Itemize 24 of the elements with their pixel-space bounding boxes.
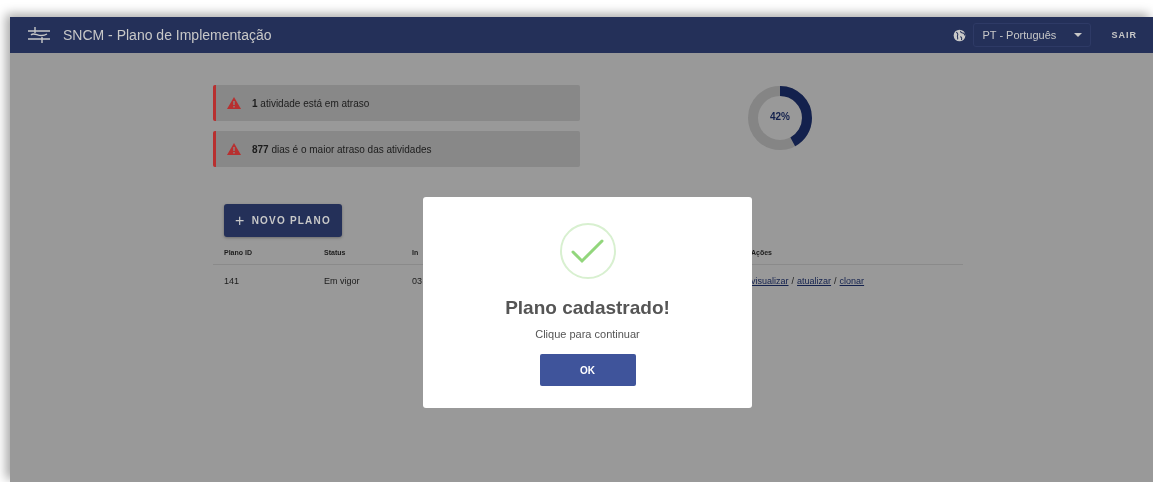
action-link[interactable]: atualizar bbox=[797, 276, 832, 286]
logout-button[interactable]: SAIR bbox=[1111, 30, 1137, 40]
checkmark-icon bbox=[559, 223, 616, 279]
link-separator: / bbox=[791, 276, 795, 286]
table-cell-text: 141 bbox=[224, 276, 241, 286]
globe-icon bbox=[953, 28, 967, 42]
language-select[interactable]: PT - Português bbox=[973, 23, 1092, 47]
warning-icon bbox=[227, 97, 241, 109]
dialog-title: Plano cadastrado! bbox=[505, 297, 670, 319]
action-link[interactable]: visualizar bbox=[751, 276, 789, 286]
logo-icon bbox=[27, 26, 51, 44]
alert-text: 877 dias é o maior atraso das atividades bbox=[252, 143, 432, 155]
dialog-message: Clique para continuar bbox=[535, 328, 640, 340]
action-link[interactable]: clonar bbox=[839, 276, 865, 286]
alert-text: 1 atividade está em atraso bbox=[252, 97, 370, 109]
new-plan-button[interactable]: + NOVO PLANO bbox=[224, 204, 342, 237]
caret-icon bbox=[1074, 33, 1083, 37]
app-title: SNCM - Plano de Implementação bbox=[63, 27, 272, 43]
ok-button[interactable]: OK bbox=[539, 354, 636, 386]
link-separator: / bbox=[834, 276, 837, 286]
progress-label: 42% bbox=[769, 111, 791, 122]
table-cell-text: 03 bbox=[412, 276, 423, 286]
table-cell-text: Em vigor bbox=[324, 276, 361, 286]
warning-icon bbox=[227, 143, 241, 155]
